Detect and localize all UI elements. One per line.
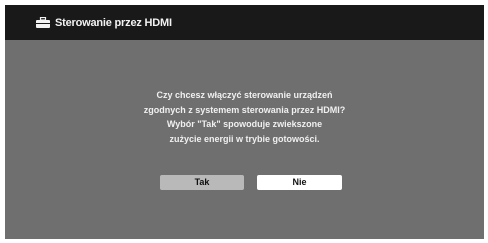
hdmi-control-dialog: Sterowanie przez HDMI Czy chcesz włączyć… [5, 5, 484, 239]
dialog-title: Sterowanie przez HDMI [55, 16, 172, 29]
title-bar: Sterowanie przez HDMI [5, 5, 484, 40]
yes-button[interactable]: Tak [160, 175, 244, 190]
message-line: Wybór "Tak" spowoduje zwiekszone [166, 119, 323, 129]
toolbox-icon [36, 17, 50, 28]
message-line: Czy chcesz włączyć sterowanie urządzeń [156, 90, 333, 100]
message-line: zużycie energii w trybie gotowości. [169, 133, 320, 144]
dialog-message: Czy chcesz włączyć sterowanie urządzeń z… [5, 88, 484, 146]
no-button[interactable]: Nie [257, 175, 342, 190]
message-line: zgodnych z systemem sterowania przez HDM… [143, 104, 346, 115]
